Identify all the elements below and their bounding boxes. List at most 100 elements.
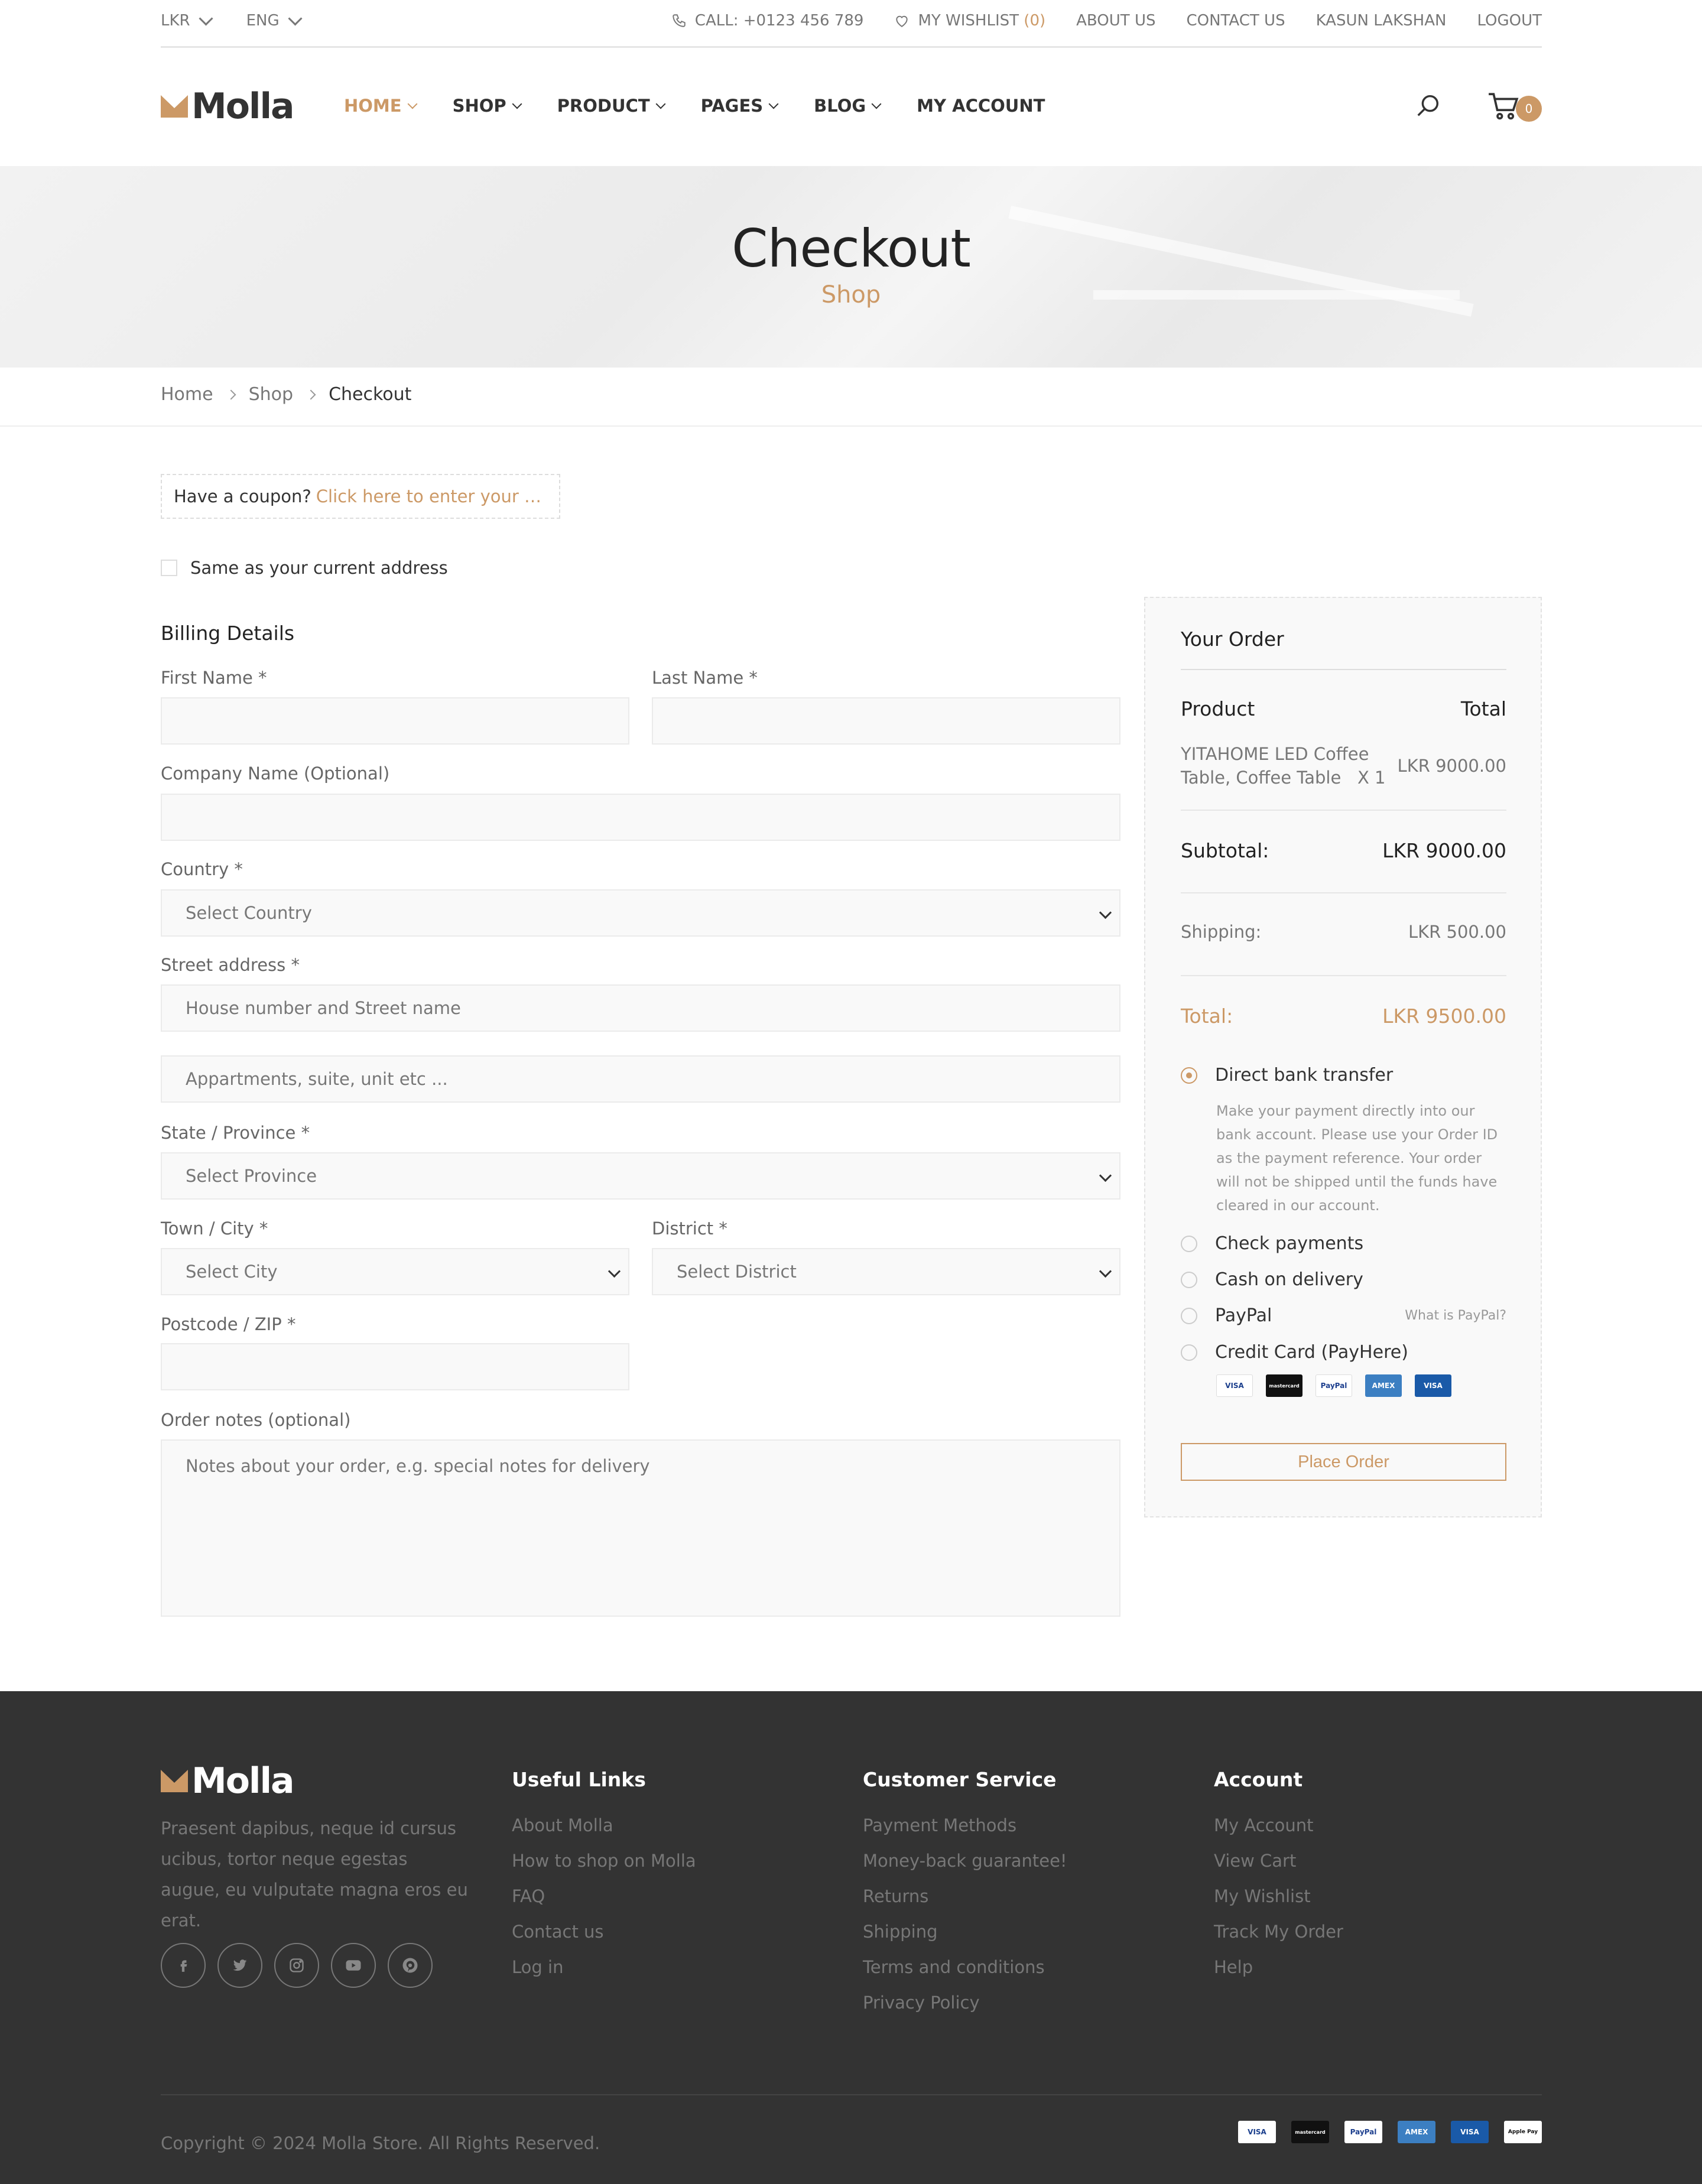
province-select-value: Select Province [186, 1166, 317, 1186]
what-is-paypal-link[interactable]: What is PayPal? [1405, 1308, 1506, 1323]
footer-link[interactable]: Help [1214, 1949, 1343, 1985]
last-name-label: Last Name * [652, 668, 758, 688]
city-select[interactable]: Select City [161, 1248, 629, 1295]
district-select[interactable]: Select District [652, 1248, 1120, 1295]
logo[interactable]: Molla [161, 89, 295, 124]
first-name-field[interactable] [161, 697, 629, 745]
breadcrumb-shop[interactable]: Shop [249, 384, 293, 405]
payment-radio-bank[interactable] [1181, 1067, 1197, 1084]
footer-link[interactable]: Contact us [512, 1914, 696, 1949]
currency-dropdown[interactable]: LKR [161, 11, 213, 30]
footer-link[interactable]: Log in [512, 1949, 696, 1985]
nav-shop[interactable]: SHOP [453, 96, 522, 116]
language-dropdown[interactable]: ENG [246, 11, 303, 30]
footer-link[interactable]: My Account [1214, 1808, 1343, 1843]
payment-option-check[interactable]: Check payments [1181, 1233, 1506, 1254]
total-row: Total: LKR 9500.00 [1181, 1005, 1506, 1028]
wishlist-link[interactable]: MY WISHLIST (0) [894, 12, 1045, 30]
footer-service-title: Customer Service [863, 1768, 1057, 1791]
same-address-checkbox[interactable] [161, 560, 177, 576]
nav-home-label: HOME [344, 96, 402, 116]
country-label: Country * [161, 859, 243, 879]
chevron-right-icon [226, 389, 236, 399]
breadcrumb-home[interactable]: Home [161, 384, 213, 405]
place-order-button[interactable]: Place Order [1181, 1443, 1506, 1481]
chevron-down-icon [1099, 1265, 1112, 1278]
apartment-field[interactable]: Appartments, suite, unit etc ... [161, 1055, 1120, 1103]
coupon-link[interactable]: Click here to enter your code [316, 486, 547, 506]
nav-pages[interactable]: PAGES [701, 96, 779, 116]
payment-option-bank[interactable]: Direct bank transfer [1181, 1065, 1506, 1086]
chevron-down-icon [512, 99, 522, 109]
about-link[interactable]: ABOUT US [1076, 12, 1155, 30]
payment-bank-label: Direct bank transfer [1215, 1065, 1394, 1086]
payment-radio-paypal[interactable] [1181, 1307, 1197, 1324]
call-link[interactable]: CALL: +0123 456 789 [671, 12, 864, 30]
footer-link[interactable]: About Molla [512, 1808, 696, 1843]
payment-option-card[interactable]: Credit Card (PayHere) [1181, 1342, 1506, 1363]
postcode-field[interactable] [161, 1343, 629, 1390]
divider [1181, 810, 1506, 811]
footer-link[interactable]: View Cart [1214, 1843, 1343, 1878]
contact-link[interactable]: CONTACT US [1186, 12, 1285, 30]
logout-link[interactable]: LOGOUT [1477, 12, 1542, 30]
chevron-down-icon [655, 99, 666, 109]
payment-radio-cod[interactable] [1181, 1271, 1197, 1288]
item-name: YITAHOME LED Coffee Table, Coffee Table [1181, 744, 1369, 788]
footer-link[interactable]: Shipping [863, 1914, 1067, 1949]
footer-link[interactable]: My Wishlist [1214, 1878, 1343, 1914]
youtube-link[interactable] [331, 1943, 376, 1988]
heart-icon [896, 15, 908, 27]
nav-home[interactable]: HOME [344, 96, 418, 116]
col-product: Product [1181, 697, 1255, 720]
same-address-option[interactable]: Same as your current address [161, 558, 448, 578]
cart-button[interactable]: 0 [1487, 91, 1542, 122]
footer-link[interactable]: Terms and conditions [863, 1949, 1067, 1985]
visa-card-icon: VISA [1238, 2121, 1276, 2143]
payment-radio-card[interactable] [1181, 1344, 1197, 1361]
nav-product-label: PRODUCT [557, 96, 650, 116]
footer-link[interactable]: Privacy Policy [863, 1985, 1067, 2020]
footer-link[interactable]: FAQ [512, 1878, 696, 1914]
amex-card-icon: AMEX [1365, 1374, 1402, 1397]
footer: Molla Praesent dapibus, neque id cursus … [0, 1691, 1702, 2184]
company-field[interactable] [161, 794, 1120, 841]
footer-link[interactable]: Payment Methods [863, 1808, 1067, 1843]
country-select[interactable]: Select Country [161, 889, 1120, 937]
order-notes-placeholder: Notes about your order, e.g. special not… [186, 1456, 650, 1476]
pinterest-link[interactable] [388, 1943, 433, 1988]
checkout-page: LKR ENG CALL: +0123 456 789 MY WISHLIST … [0, 0, 1702, 2184]
total-label: Total: [1181, 1005, 1233, 1028]
mastercard-icon: mastercard [1291, 2121, 1329, 2143]
logo-mark-icon [161, 95, 188, 118]
main-header: Molla HOME SHOP PRODUCT PAGES BLOG MY AC… [161, 46, 1542, 166]
shipping-value: LKR 500.00 [1408, 922, 1506, 942]
cart-icon [1489, 93, 1519, 120]
nav-blog[interactable]: BLOG [814, 96, 882, 116]
instagram-link[interactable] [274, 1943, 319, 1988]
footer-link[interactable]: How to shop on Molla [512, 1843, 696, 1878]
chevron-down-icon [871, 99, 882, 109]
language-label: ENG [246, 12, 280, 30]
street-address-field[interactable]: House number and Street name [161, 984, 1120, 1032]
footer-link[interactable]: Returns [863, 1878, 1067, 1914]
main-nav: HOME SHOP PRODUCT PAGES BLOG MY ACCOUNT [344, 96, 1045, 116]
payment-option-cod[interactable]: Cash on delivery [1181, 1269, 1506, 1290]
search-button[interactable] [1414, 92, 1441, 122]
order-notes-textarea[interactable]: Notes about your order, e.g. special not… [161, 1439, 1120, 1617]
footer-link[interactable]: Money-back guarantee! [863, 1843, 1067, 1878]
call-label: CALL: +0123 456 789 [694, 12, 864, 30]
twitter-link[interactable] [217, 1943, 262, 1988]
payment-option-paypal[interactable]: PayPal What is PayPal? [1181, 1305, 1506, 1326]
payment-radio-check[interactable] [1181, 1235, 1197, 1252]
nav-my-account[interactable]: MY ACCOUNT [917, 96, 1045, 116]
province-select[interactable]: Select Province [161, 1152, 1120, 1200]
last-name-field[interactable] [652, 697, 1120, 745]
facebook-link[interactable] [161, 1943, 206, 1988]
footer-link[interactable]: Track My Order [1214, 1914, 1343, 1949]
footer-logo[interactable]: Molla [161, 1763, 295, 1799]
street-address-placeholder: House number and Street name [186, 998, 461, 1018]
user-account-link[interactable]: KASUN LAKSHAN [1316, 12, 1447, 30]
nav-product[interactable]: PRODUCT [557, 96, 666, 116]
item-qty: X 1 [1357, 768, 1386, 788]
